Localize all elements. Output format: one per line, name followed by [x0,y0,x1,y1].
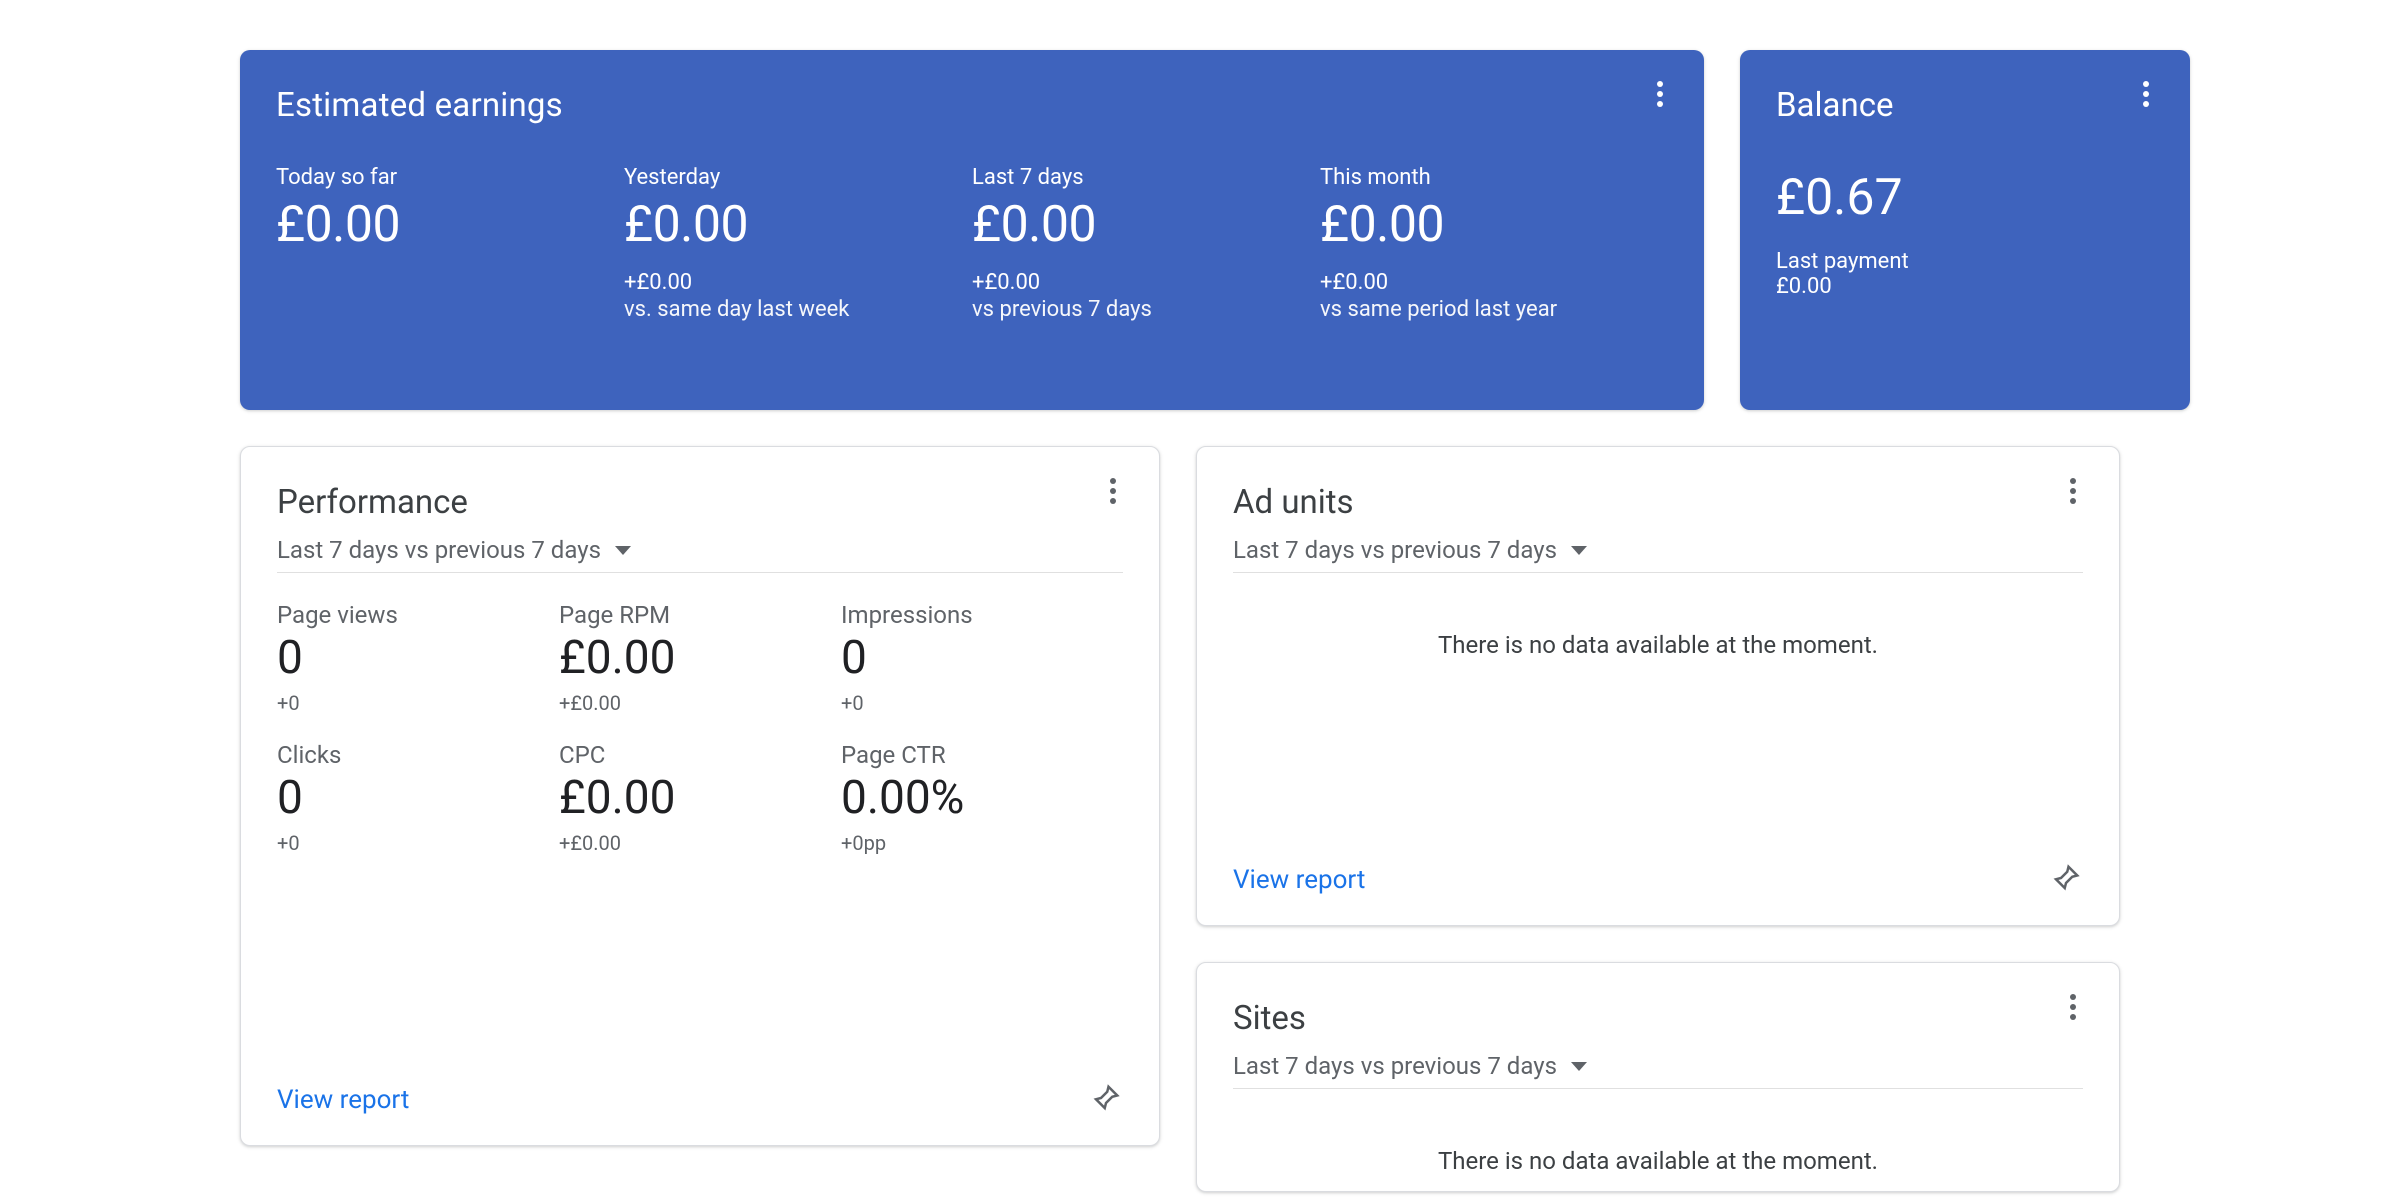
metric-cpc: CPC £0.00 +£0.00 [559,741,841,855]
earnings-columns: Today so far £0.00 Yesterday £0.00 +£0.0… [276,165,1668,322]
more-vert-icon [2070,478,2076,508]
metric-delta: +£0.00 [559,691,841,715]
earnings-value: £0.00 [624,196,972,254]
earnings-compare: vs. same day last week [624,297,972,322]
metric-page-ctr: Page CTR 0.00% +0pp [841,741,1123,855]
more-vert-icon [1657,81,1663,111]
ad-units-title: Ad units [1233,483,2083,522]
estimated-earnings-card: Estimated earnings Today so far £0.00 Ye… [240,50,1704,410]
more-vert-icon [2143,81,2149,111]
top-row: Estimated earnings Today so far £0.00 Ye… [240,50,2158,410]
metric-label: Page views [277,601,559,629]
earnings-col-yesterday: Yesterday £0.00 +£0.00 vs. same day last… [624,165,972,322]
metric-value: 0 [277,771,559,825]
earnings-value: £0.00 [1320,196,1668,254]
chevron-down-icon [1571,546,1587,555]
metric-delta: +0pp [841,831,1123,855]
performance-menu-button[interactable] [1095,475,1131,511]
metric-value: 0 [841,631,1123,685]
range-label: Last 7 days vs previous 7 days [1233,1052,1557,1080]
more-vert-icon [1110,478,1116,508]
earnings-label: This month [1320,165,1668,190]
sites-title: Sites [1233,999,2083,1038]
estimated-earnings-title: Estimated earnings [276,86,1668,125]
metric-value: £0.00 [559,631,841,685]
range-label: Last 7 days vs previous 7 days [277,536,601,564]
earnings-col-today: Today so far £0.00 [276,165,624,322]
earnings-menu-button[interactable] [1642,78,1678,114]
metric-label: Clicks [277,741,559,769]
metric-delta: +0 [841,691,1123,715]
balance-menu-button[interactable] [2128,78,2164,114]
metric-value: 0.00% [841,771,1123,825]
earnings-delta: +£0.00 [1320,270,1668,295]
performance-pin-button[interactable] [1089,1083,1123,1117]
sites-menu-button[interactable] [2055,991,2091,1027]
more-vert-icon [2070,994,2076,1024]
metric-label: Page CTR [841,741,1123,769]
metric-page-views: Page views 0 +0 [277,601,559,715]
ad-units-empty-text: There is no data available at the moment… [1233,631,2083,659]
bottom-row: Performance Last 7 days vs previous 7 da… [240,446,2158,1192]
earnings-label: Yesterday [624,165,972,190]
metric-label: Page RPM [559,601,841,629]
metric-label: Impressions [841,601,1123,629]
earnings-label: Today so far [276,165,624,190]
last-payment-label: Last payment [1776,249,2154,274]
metric-clicks: Clicks 0 +0 [277,741,559,855]
balance-title: Balance [1776,86,2154,125]
sites-empty-text: There is no data available at the moment… [1233,1147,2083,1175]
metric-delta: +0 [277,831,559,855]
chevron-down-icon [1571,1062,1587,1071]
performance-card: Performance Last 7 days vs previous 7 da… [240,446,1160,1146]
earnings-col-month: This month £0.00 +£0.00 vs same period l… [1320,165,1668,322]
metric-label: CPC [559,741,841,769]
metric-value: 0 [277,631,559,685]
earnings-compare: vs same period last year [1320,297,1668,322]
sites-card: Sites Last 7 days vs previous 7 days The… [1196,962,2120,1192]
dashboard: Estimated earnings Today so far £0.00 Ye… [0,0,2394,1198]
metric-delta: +0 [277,691,559,715]
ad-units-view-report-link[interactable]: View report [1233,865,1365,895]
earnings-value: £0.00 [276,196,624,254]
metric-page-rpm: Page RPM £0.00 +£0.00 [559,601,841,715]
balance-card: Balance £0.67 Last payment £0.00 [1740,50,2190,410]
performance-view-report-link[interactable]: View report [277,1085,409,1115]
metric-delta: +£0.00 [559,831,841,855]
metric-value: £0.00 [559,771,841,825]
earnings-col-7days: Last 7 days £0.00 +£0.00 vs previous 7 d… [972,165,1320,322]
metric-impressions: Impressions 0 +0 [841,601,1123,715]
earnings-label: Last 7 days [972,165,1320,190]
last-payment-value: £0.00 [1776,274,2154,299]
ad-units-range-dropdown[interactable]: Last 7 days vs previous 7 days [1233,536,2083,573]
right-column: Ad units Last 7 days vs previous 7 days … [1196,446,2120,1192]
earnings-compare: vs previous 7 days [972,297,1320,322]
earnings-delta: +£0.00 [972,270,1320,295]
ad-units-menu-button[interactable] [2055,475,2091,511]
range-label: Last 7 days vs previous 7 days [1233,536,1557,564]
pin-icon [1091,1083,1121,1117]
ad-units-pin-button[interactable] [2049,863,2083,897]
earnings-delta: +£0.00 [624,270,972,295]
pin-icon [2051,863,2081,897]
performance-metrics: Page views 0 +0 Page RPM £0.00 +£0.00 Im… [277,601,1123,855]
performance-title: Performance [277,483,1123,522]
performance-range-dropdown[interactable]: Last 7 days vs previous 7 days [277,536,1123,573]
ad-units-card: Ad units Last 7 days vs previous 7 days … [1196,446,2120,926]
balance-value: £0.67 [1776,169,2154,227]
earnings-value: £0.00 [972,196,1320,254]
sites-range-dropdown[interactable]: Last 7 days vs previous 7 days [1233,1052,2083,1089]
chevron-down-icon [615,546,631,555]
